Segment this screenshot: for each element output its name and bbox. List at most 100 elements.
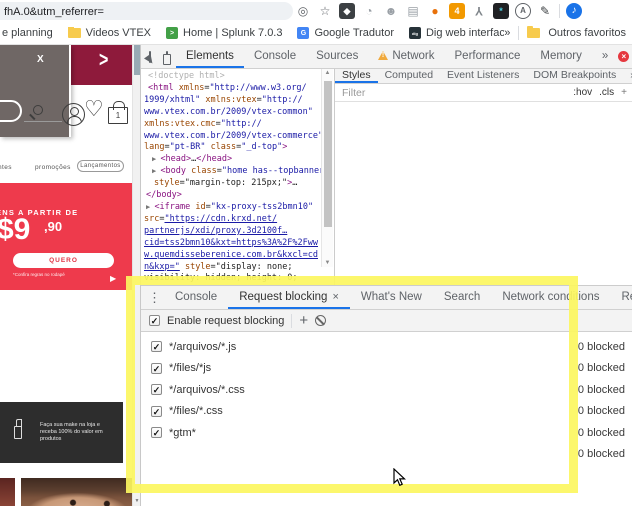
tab-network[interactable]: Network xyxy=(368,45,444,68)
dom-tree-node[interactable]: 1999/xhtml" xmlns:vtex="http:// xyxy=(144,95,321,107)
smiley-extension-icon[interactable]: ☻ xyxy=(383,3,399,19)
code-token: id xyxy=(195,201,206,212)
dom-tree-node[interactable]: ▶ <iframe id="kx-proxy-tss2bmn10" xyxy=(144,202,321,214)
bookmark-item[interactable]: e planning xyxy=(2,27,53,39)
error-badge-icon[interactable]: × xyxy=(618,51,630,62)
sidebar-tab-dombreakpoints[interactable]: DOM Breakpoints xyxy=(526,69,623,83)
address-bar[interactable]: fhA.0&utm_referrer= xyxy=(0,2,293,20)
other-bookmarks-label[interactable]: Outros favoritos xyxy=(548,27,626,39)
promo-next-arrow-icon[interactable]: ▶ xyxy=(110,274,116,283)
pattern-text[interactable]: */files/*js xyxy=(169,362,211,374)
pen-extension-icon[interactable]: ✎ xyxy=(537,3,553,19)
pattern-text[interactable]: */arquivos/*.js xyxy=(169,341,236,353)
person-extension-icon[interactable]: Y xyxy=(471,3,487,19)
enable-request-blocking-checkbox[interactable]: ✓ xyxy=(149,315,160,326)
scroll-extension-icon[interactable]: ▤ xyxy=(405,3,421,19)
pattern-text[interactable]: *gtm* xyxy=(169,427,196,439)
sidebar-tab-[interactable]: » xyxy=(623,69,632,83)
tab-close-icon[interactable]: × xyxy=(332,291,338,303)
tab-elements[interactable]: Elements xyxy=(176,45,244,68)
tab-sources[interactable]: Sources xyxy=(306,45,368,68)
pattern-checkbox[interactable]: ✓ xyxy=(151,362,162,374)
tab-performance[interactable]: Performance xyxy=(445,45,531,68)
styles-filter-input[interactable] xyxy=(335,86,574,99)
sidebar-tab-eventlisteners[interactable]: Event Listeners xyxy=(440,69,526,83)
scroll-down-icon[interactable]: ▼ xyxy=(322,260,333,266)
elements-scrollbar[interactable]: ▲ ▼ xyxy=(321,69,333,267)
dom-tree-node[interactable]: www.vtex.com.br/2009/vtex-common" xyxy=(144,107,321,119)
scroll-up-icon[interactable]: ▲ xyxy=(322,70,333,76)
device-toolbar-icon[interactable] xyxy=(163,50,171,65)
dom-tree-node[interactable]: </body> xyxy=(144,190,321,202)
nav-item-promoes[interactable]: promoções xyxy=(35,164,71,171)
pattern-checkbox[interactable]: ✓ xyxy=(151,341,162,353)
bookmarks-overflow-chevron[interactable]: » xyxy=(504,27,510,39)
tab-console[interactable]: Console xyxy=(244,45,306,68)
dom-tree-node[interactable]: ▶ <body class="home has--topbanner" xyxy=(144,166,321,178)
drawer-tab-whatsnew[interactable]: What's New xyxy=(350,286,433,309)
circle-a-extension-icon[interactable]: A xyxy=(515,3,531,19)
dom-tree-node[interactable]: lang="pt-BR" class="_d-top"> xyxy=(144,142,321,154)
bookmark-item[interactable]: Videos VTEX xyxy=(67,27,151,39)
toggle-hover-button[interactable]: :hov xyxy=(573,87,592,98)
dom-tree-node[interactable]: xmlns:vtex.cmc="http:// xyxy=(144,119,321,131)
wishlist-heart-icon[interactable]: ♡ xyxy=(84,98,104,120)
pattern-checkbox[interactable]: ✓ xyxy=(151,384,162,396)
add-pattern-icon[interactable]: + xyxy=(299,312,308,329)
carousel-next-icon[interactable]: > xyxy=(99,49,108,73)
new-style-rule-button[interactable]: + xyxy=(621,87,627,98)
elements-scrollbar-thumb[interactable] xyxy=(324,81,332,227)
tab-[interactable]: » xyxy=(592,45,618,68)
popup-close-button[interactable]: X xyxy=(37,54,44,65)
inspect-element-icon[interactable] xyxy=(149,50,151,63)
pattern-text[interactable]: */arquivos/*.css xyxy=(169,384,245,396)
bookmark-star-icon[interactable]: ☆ xyxy=(317,3,333,19)
popup-button-outline[interactable] xyxy=(0,100,22,122)
profile-avatar[interactable]: ♪ xyxy=(566,3,582,19)
url-text: fhA.0&utm_referrer= xyxy=(4,6,104,18)
orange-ball-extension-icon[interactable]: ● xyxy=(427,3,443,19)
nav-item-entes[interactable]: entes xyxy=(0,164,12,171)
bookmark-item[interactable]: dig Dig web interface xyxy=(408,27,504,39)
dom-tree-node[interactable]: <html xmlns="http://www.w3.org/ xyxy=(144,83,321,95)
drawer-tab-rendering[interactable]: Rendering xyxy=(610,286,632,309)
target-icon[interactable]: ◎ xyxy=(295,3,311,19)
promo-cta-button[interactable]: QUERO xyxy=(13,253,114,268)
dom-tree-node[interactable]: style="margin-top: 215px;">… xyxy=(144,178,321,190)
page-scrollbar[interactable]: ▼ xyxy=(132,45,140,506)
drawer-tab-console[interactable]: Console xyxy=(164,286,228,309)
dom-tree-node[interactable]: w.quemdisseberenice.com.br&kxcl=cd xyxy=(144,250,321,262)
search-field-underline[interactable] xyxy=(24,121,62,122)
dom-tree-node[interactable]: visibility: hidden; height: 0; xyxy=(144,273,321,285)
account-icon[interactable] xyxy=(62,103,85,126)
clock-extension-icon[interactable]: ◔ xyxy=(361,3,377,19)
drawer-tab-networkconditions[interactable]: Network conditions xyxy=(491,286,610,309)
dom-tree-node[interactable]: n&kxp=" style="display: none; xyxy=(144,262,321,274)
dom-tree-node[interactable]: src="https://cdn.krxd.net/ xyxy=(144,214,321,226)
pattern-checkbox[interactable]: ✓ xyxy=(151,405,162,417)
sidebar-tab-computed[interactable]: Computed xyxy=(378,69,440,83)
page-scrollbar-down-icon[interactable]: ▼ xyxy=(133,498,140,504)
nav-item-lanamentos[interactable]: Lançamentos xyxy=(77,160,124,172)
search-icon[interactable] xyxy=(33,105,43,115)
orange-square-extension-icon[interactable]: 4 xyxy=(449,3,465,19)
remove-all-patterns-icon[interactable] xyxy=(315,315,327,326)
dom-tree-node[interactable]: www.vtex.com.br/2009/vtex-commerce" xyxy=(144,131,321,143)
bookmark-item[interactable]: > Home | Splunk 7.0.3 xyxy=(166,27,282,39)
dom-tree-node[interactable]: cid=tss2bmn10&kxt=https%3A%2F%2Fww xyxy=(144,238,321,250)
pattern-checkbox[interactable]: ✓ xyxy=(151,427,162,439)
drawer-menu-icon[interactable]: ⋮ xyxy=(145,290,164,306)
sidebar-tab-styles[interactable]: Styles xyxy=(335,69,378,83)
dark-square-extension-icon[interactable]: * xyxy=(493,3,509,19)
tab-memory[interactable]: Memory xyxy=(530,45,592,68)
dom-tree-node[interactable]: partnerjs/xdi/proxy.3d2100f… xyxy=(144,226,321,238)
pattern-text[interactable]: */files/*.css xyxy=(169,405,223,417)
dom-tree-node[interactable]: <!doctype html> xyxy=(144,71,321,83)
drawer-tab-requestblocking[interactable]: Request blocking × xyxy=(228,286,350,309)
dom-tree-node[interactable]: ▶ <head>…</head> xyxy=(144,154,321,166)
drawer-tab-search[interactable]: Search xyxy=(433,286,491,309)
toggle-class-button[interactable]: .cls xyxy=(599,87,614,98)
bookmark-item[interactable]: G Google Tradutor xyxy=(297,27,394,39)
shield-extension-icon[interactable]: ◆ xyxy=(339,3,355,19)
cart-bag-icon[interactable]: 1 xyxy=(108,101,128,124)
